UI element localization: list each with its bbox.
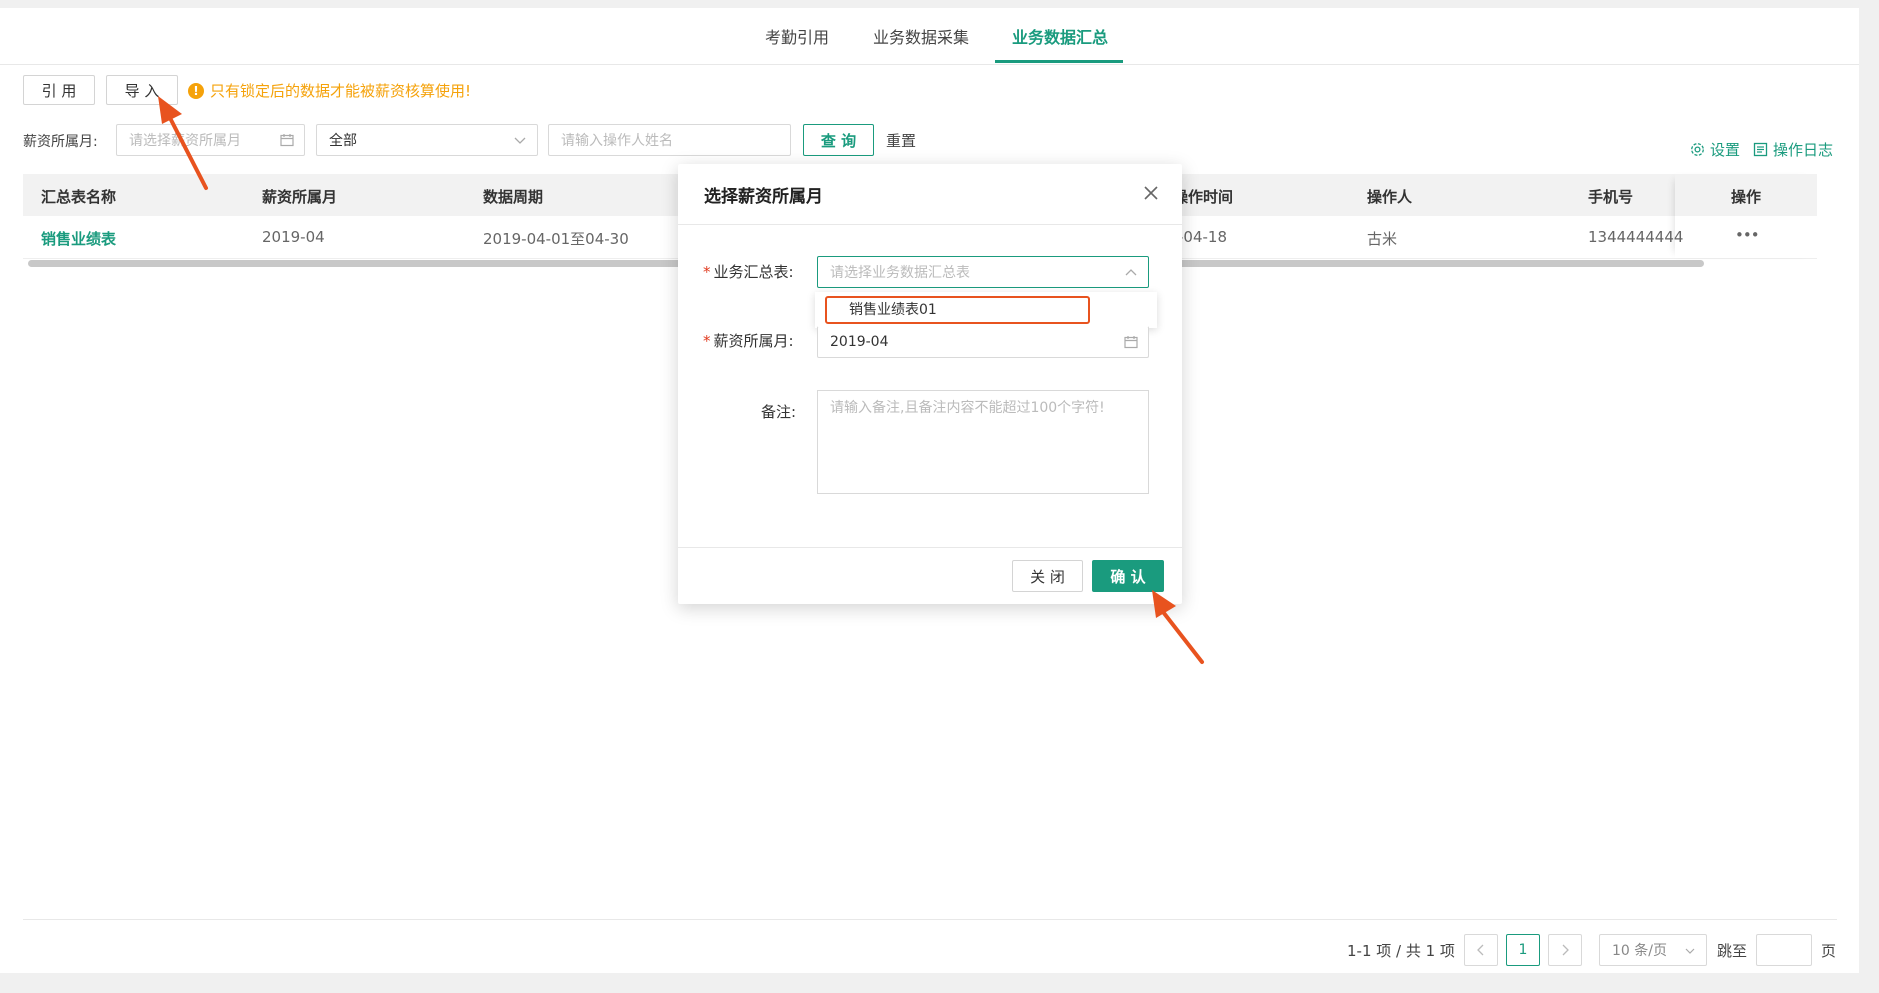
status-select-value: 全部 <box>329 133 357 149</box>
summary-table-placeholder: 请选择业务数据汇总表 <box>830 265 970 281</box>
col-phone: 手机号 <box>1588 188 1634 206</box>
tab-bar: 考勤引用 业务数据采集 业务数据汇总 <box>0 8 1859 65</box>
cell-operation-time: -04-18 <box>1178 228 1227 246</box>
month-filter-label: 薪资所属月: <box>23 134 98 150</box>
modal-footer-divider <box>678 547 1182 548</box>
col-operator: 操作人 <box>1367 188 1413 206</box>
tab-attendance-cite[interactable]: 考勤引用 <box>765 24 829 48</box>
col-operation-time: 操作时间 <box>1173 188 1234 206</box>
prev-page-button[interactable] <box>1464 934 1498 966</box>
modal-header: 选择薪资所属月 <box>678 164 1182 225</box>
jump-label: 跳至 <box>1717 942 1748 960</box>
salary-month-value: 2019-04 <box>830 334 889 350</box>
note-label: 备注: <box>761 403 797 421</box>
cell-operator: 古米 <box>1367 230 1398 248</box>
page-1-button[interactable]: 1 <box>1506 934 1540 966</box>
dropdown-option[interactable]: 销售业绩表01 <box>825 296 1090 324</box>
chevron-down-icon <box>514 137 526 144</box>
salary-month-label: * 薪资所属月: <box>703 332 794 350</box>
col-salary-month: 薪资所属月 <box>262 188 338 206</box>
select-month-modal: 选择薪资所属月 * 业务汇总表: 请选择业务数据汇总表 销售业绩表01 * 薪资所属… <box>678 164 1182 604</box>
confirm-button[interactable]: 确 认 <box>1092 560 1164 592</box>
tab-business-summary[interactable]: 业务数据汇总 <box>1012 24 1108 48</box>
chevron-right-icon <box>1562 944 1569 956</box>
jump-page-input[interactable] <box>1756 934 1812 966</box>
col-data-period: 数据周期 <box>483 188 544 206</box>
active-tab-indicator <box>995 60 1123 63</box>
pagination-summary: 1-1 项 / 共 1 项 <box>1347 942 1455 960</box>
month-filter-placeholder: 请选择薪资所属月 <box>129 133 241 149</box>
cite-button[interactable]: 引 用 <box>23 75 95 105</box>
calendar-icon <box>1124 336 1138 349</box>
summary-table-label-text: 业务汇总表: <box>713 263 794 281</box>
log-icon <box>1753 142 1768 157</box>
gear-icon <box>1691 143 1704 156</box>
summary-table-dropdown: 销售业绩表01 <box>815 292 1157 328</box>
warning-text: 只有锁定后的数据才能被薪资核算使用! <box>210 82 472 100</box>
col-summary-name: 汇总表名称 <box>41 188 117 206</box>
modal-title: 选择薪资所属月 <box>704 187 823 207</box>
operation-log-button[interactable]: 操作日志 <box>1753 139 1833 160</box>
summary-name-link[interactable]: 销售业绩表 <box>41 228 116 249</box>
operator-search-placeholder: 请输入操作人姓名 <box>561 133 673 149</box>
chevron-left-icon <box>1477 944 1484 956</box>
settings-label: 设置 <box>1710 141 1741 159</box>
fixed-actions-column <box>1675 174 1817 258</box>
query-button[interactable]: 查 询 <box>803 124 874 156</box>
tab-business-collect[interactable]: 业务数据采集 <box>873 24 969 48</box>
salary-month-picker[interactable]: 2019-04 <box>817 326 1149 358</box>
lock-warning: ! 只有锁定后的数据才能被薪资核算使用! <box>188 80 471 101</box>
warning-icon: ! <box>188 82 204 99</box>
summary-table-select[interactable]: 请选择业务数据汇总表 <box>817 256 1149 288</box>
note-textarea[interactable]: 请输入备注,且备注内容不能超过100个字符! <box>817 390 1149 494</box>
page-size-value: 10 条/页 <box>1612 943 1667 959</box>
cell-phone: 1344444444 <box>1588 228 1684 246</box>
month-filter-input[interactable]: 请选择薪资所属月 <box>116 124 305 156</box>
pager-divider <box>23 919 1837 920</box>
status-select[interactable]: 全部 <box>316 124 538 156</box>
calendar-icon <box>280 134 294 147</box>
reset-button[interactable]: 重置 <box>886 130 916 151</box>
operation-log-label: 操作日志 <box>1773 141 1834 159</box>
close-button[interactable]: 关 闭 <box>1012 560 1083 592</box>
page-size-select[interactable]: 10 条/页 <box>1599 934 1707 966</box>
next-page-button[interactable] <box>1548 934 1582 966</box>
chevron-up-icon <box>1125 269 1137 276</box>
settings-button[interactable]: 设置 <box>1690 139 1740 160</box>
close-icon[interactable] <box>1140 182 1162 204</box>
operator-search-input[interactable]: 请输入操作人姓名 <box>548 124 791 156</box>
summary-table-label: * 业务汇总表: <box>703 263 794 281</box>
salary-month-label-text: 薪资所属月: <box>713 332 794 350</box>
page-unit-label: 页 <box>1821 942 1837 960</box>
cell-salary-month: 2019-04 <box>262 228 325 246</box>
chevron-down-icon <box>1685 948 1695 954</box>
import-button[interactable]: 导 入 <box>106 75 178 105</box>
cell-data-period: 2019-04-01至04-30 <box>483 230 629 248</box>
